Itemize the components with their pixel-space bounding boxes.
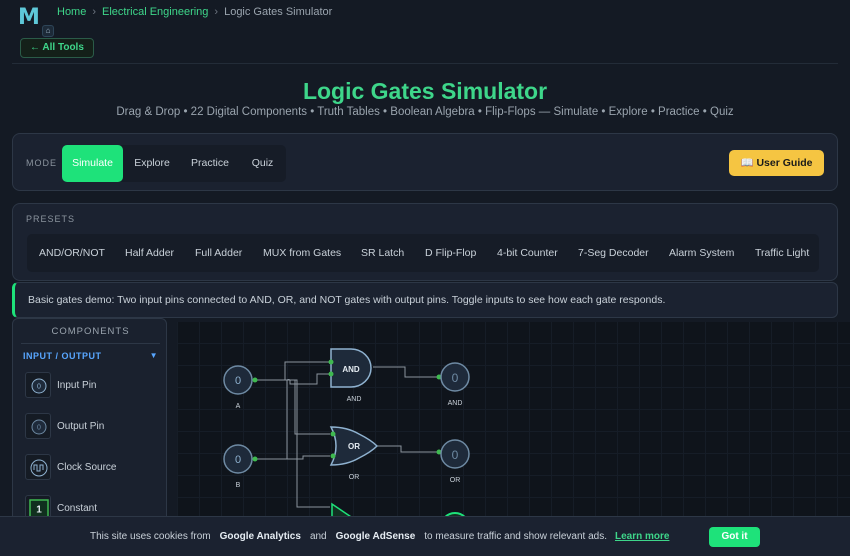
page-subtitle: Drag & Drop • 22 Digital Components • Tr… [116,106,734,118]
output-pin-glyph: 0 [37,425,41,432]
input-a-label: A [236,403,241,410]
header-divider [12,63,838,64]
component-name: Constant [57,503,98,514]
cookie-text: This site uses cookies from Google Analyt… [90,531,669,542]
mode-panel: MODE Simulate Explore Practice Quiz 📖 Us… [12,133,838,191]
cookie-text-2: to measure traffic and show relevant ads… [424,531,607,542]
learn-more-link[interactable]: Learn more [615,531,669,542]
top-bar: M ⌂ Home › Electrical Engineering › Logic Ga… [0,0,850,64]
input-pin-b[interactable]: 0 B [223,444,258,489]
output-pin-and: 0 AND [436,362,470,407]
cookie-and: and [309,531,327,542]
presets-label: PRESETS [26,214,76,224]
home-icon[interactable]: ⌂ [42,25,54,37]
component-output-pin[interactable]: 0 Output Pin [25,413,160,443]
or-gate-type: OR [348,442,360,451]
and-gate-type: AND [342,365,360,374]
breadcrumb-category[interactable]: Electrical Engineering [102,6,208,18]
site-logo[interactable]: M [18,6,42,30]
tab-simulate[interactable]: Simulate [62,145,123,182]
breadcrumb-home[interactable]: Home [57,6,86,18]
preset-half-adder[interactable]: Half Adder [125,234,174,272]
clock-wave-icon [25,454,51,480]
or-gate-caption: OR [349,474,360,481]
cookie-google-adsense: Google AdSense [335,531,416,542]
tab-quiz[interactable]: Quiz [239,145,286,182]
got-it-button[interactable]: Got it [709,527,760,547]
category-input-output[interactable]: INPUT / OUTPUT ▼ [23,351,158,361]
preset-and-or-not[interactable]: AND/OR/NOT [39,234,105,272]
input-a-value: 0 [235,375,241,387]
and-gate-caption: AND [347,396,362,403]
output-pin-icon: 0 [25,413,51,439]
preset-d-flip-flop[interactable]: D Flip-Flop [425,234,476,272]
tab-explore[interactable]: Explore [123,145,181,182]
input-b-label: B [236,482,241,489]
and-gate[interactable]: AND AND [328,348,372,403]
component-clock-source[interactable]: Clock Source [25,454,160,484]
preset-alarm-system[interactable]: Alarm System [669,234,734,272]
output-or-label: OR [450,477,461,484]
cookie-banner: This site uses cookies from Google Analyt… [0,516,850,556]
preset-sr-latch[interactable]: SR Latch [361,234,404,272]
input-pin-icon: 0 [25,372,51,398]
breadcrumb-separator: › [214,6,219,18]
cookie-text-1: This site uses cookies from [90,531,211,542]
mode-tabs: Simulate Explore Practice Quiz [62,145,286,182]
presets-bar: AND/OR/NOT Half Adder Full Adder MUX fro… [27,234,819,272]
breadcrumb: Home › Electrical Engineering › Logic Gates … [57,6,332,18]
preset-mux-from-gates[interactable]: MUX from Gates [263,234,341,272]
page-title: Logic Gates Simulator [302,78,548,104]
components-title: COMPONENTS [51,326,130,337]
preset-traffic-light[interactable]: Traffic Light [755,234,809,272]
category-label: INPUT / OUTPUT [23,351,102,361]
output-and-label: AND [448,400,463,407]
all-tools-button[interactable]: ← All Tools [20,38,94,58]
component-name: Input Pin [57,380,97,391]
preset-4bit-counter[interactable]: 4-bit Counter [497,234,558,272]
input-pin-a[interactable]: 0 A [223,365,258,410]
breadcrumb-separator: › [92,6,97,18]
component-input-pin[interactable]: 0 Input Pin [25,372,160,402]
cookie-google-analytics: Google Analytics [219,531,301,542]
output-and-value: 0 [452,371,459,385]
output-or-value: 0 [452,448,459,462]
breadcrumb-current: Logic Gates Simulator [224,6,333,18]
components-divider [21,343,160,344]
input-pin-glyph: 0 [37,384,41,391]
preset-full-adder[interactable]: Full Adder [195,234,242,272]
preset-7seg-decoder[interactable]: 7-Seg Decoder [578,234,649,272]
preset-description: Basic gates demo: Two input pins connect… [12,282,838,318]
presets-panel: PRESETS AND/OR/NOT Half Adder Full Adder… [12,203,838,281]
chevron-down-icon[interactable]: ▼ [150,351,158,360]
component-name: Clock Source [57,462,117,473]
user-guide-button[interactable]: 📖 User Guide [729,150,824,176]
tab-practice[interactable]: Practice [181,145,239,182]
component-name: Output Pin [57,421,105,432]
input-b-value: 0 [235,454,241,466]
mode-label: MODE [26,158,57,168]
or-gate[interactable]: OR OR [329,426,379,481]
output-pin-or: 0 OR [436,439,470,484]
constant-glyph: 1 [36,505,42,516]
